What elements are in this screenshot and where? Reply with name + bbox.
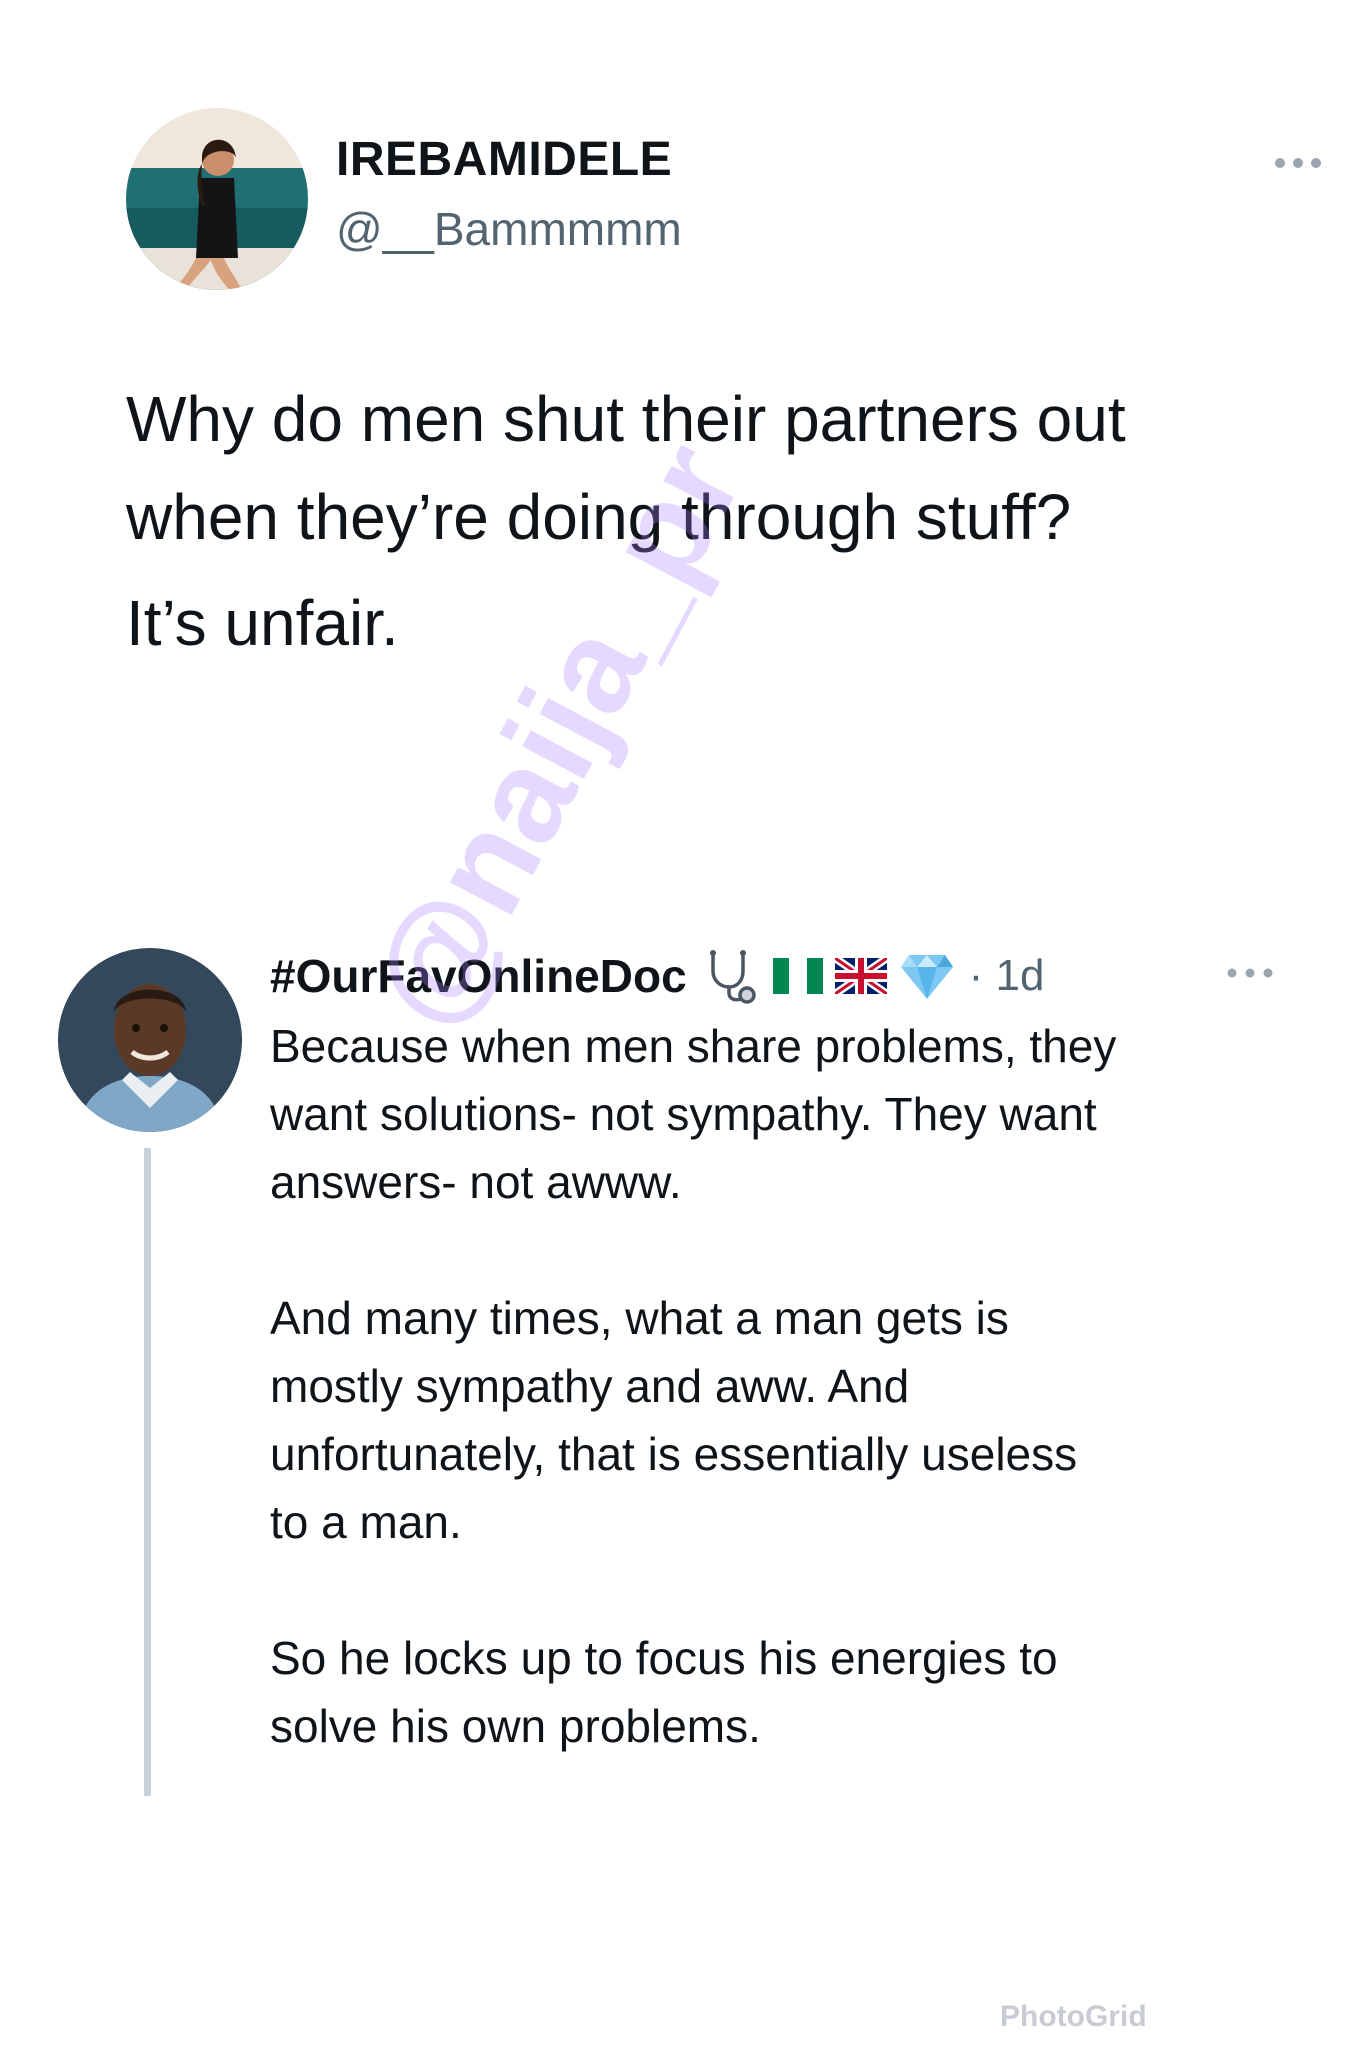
avatar[interactable]: [126, 108, 308, 290]
ellipsis-icon: [1275, 158, 1321, 168]
stethoscope-icon: [709, 950, 756, 1004]
reply-more-options-icon[interactable]: [1222, 960, 1278, 984]
reply-author-name[interactable]: #OurFavOnlineDoc: [270, 953, 687, 999]
author-name[interactable]: IREBAMIDELE: [336, 136, 672, 184]
gem-icon: [900, 955, 953, 999]
reply-avatar[interactable]: [58, 948, 242, 1132]
tweet-text: Why do men shut their partners out when …: [126, 370, 1306, 672]
tweet-text-line: Why do men shut their partners out: [126, 383, 1126, 455]
avatar-photo: [58, 948, 242, 1132]
ellipsis-icon: [1227, 968, 1273, 978]
app-watermark: PhotoGrid: [1000, 2000, 1147, 2033]
tweet-text-line: when they’re doing through stuff?: [126, 481, 1072, 553]
reply-paragraph: Because when men share problems, they wa…: [270, 1020, 1117, 1208]
uk-flag-icon: [834, 958, 887, 994]
author-handle[interactable]: @__Bammmmm: [336, 206, 682, 252]
reply-paragraph: And many times, what a man gets is mostl…: [270, 1292, 1078, 1548]
reply-paragraph: So he locks up to focus his energies to …: [270, 1632, 1058, 1752]
reply-timestamp[interactable]: · 1d: [969, 951, 1045, 1001]
reply-header: #OurFavOnlineDoc · 1d: [270, 946, 1044, 1006]
tweet-text-line: It’s unfair.: [126, 587, 399, 659]
more-options-icon[interactable]: [1270, 150, 1326, 174]
nigeria-flag-icon: [772, 958, 823, 994]
reply-text: Because when men share problems, they wa…: [270, 1012, 1320, 1828]
avatar-photo: [126, 108, 308, 290]
thread-connector-line: [144, 1148, 151, 1796]
name-emojis: [703, 947, 967, 1005]
